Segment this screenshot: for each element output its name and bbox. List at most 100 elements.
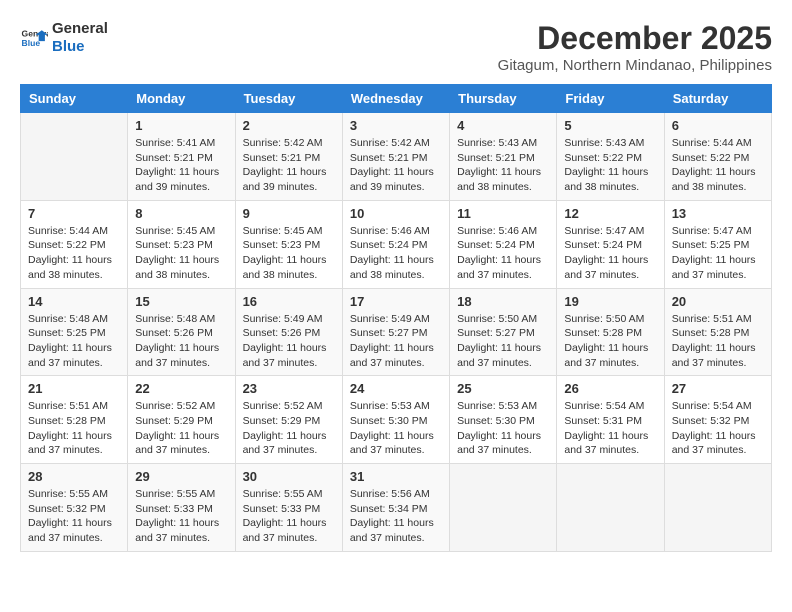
header-thursday: Thursday — [450, 85, 557, 113]
day-number: 23 — [243, 381, 335, 396]
calendar-cell: 18 Sunrise: 5:50 AM Sunset: 5:27 PM Dayli… — [450, 288, 557, 376]
day-info: Sunrise: 5:44 AM Sunset: 5:22 PM Dayligh… — [28, 224, 120, 283]
day-info: Sunrise: 5:45 AM Sunset: 5:23 PM Dayligh… — [135, 224, 227, 283]
day-number: 17 — [350, 294, 442, 309]
day-info: Sunrise: 5:47 AM Sunset: 5:25 PM Dayligh… — [672, 224, 764, 283]
logo-line2: Blue — [52, 38, 108, 56]
calendar-cell: 24Sunrise: 5:53 AM Sunset: 5:30 PM Dayli… — [342, 376, 449, 464]
day-info: Sunrise: 5:43 AM Sunset: 5:22 PM Dayligh… — [564, 136, 656, 195]
calendar-cell: 12 Sunrise: 5:47 AM Sunset: 5:24 PM Dayli… — [557, 200, 664, 288]
day-number: 9 — [243, 206, 335, 221]
day-info: Sunrise: 5:44 AM Sunset: 5:22 PM Dayligh… — [672, 136, 764, 195]
day-number: 25 — [457, 381, 549, 396]
calendar-cell: 9 Sunrise: 5:45 AM Sunset: 5:23 PM Daylig… — [235, 200, 342, 288]
day-number: 28 — [28, 469, 120, 484]
svg-text:Blue: Blue — [22, 38, 41, 48]
day-number: 31 — [350, 469, 442, 484]
day-number: 18 — [457, 294, 549, 309]
calendar-cell: 27 Sunrise: 5:54 AM Sunset: 5:32 PM Dayli… — [664, 376, 771, 464]
calendar-cell: 3Sunrise: 5:42 AM Sunset: 5:21 PM Daylig… — [342, 113, 449, 201]
day-number: 10 — [350, 206, 442, 221]
day-info: Sunrise: 5:53 AM Sunset: 5:30 PM Dayligh… — [457, 399, 549, 458]
calendar-cell: 16 Sunrise: 5:49 AM Sunset: 5:26 PM Dayli… — [235, 288, 342, 376]
calendar-cell: 13 Sunrise: 5:47 AM Sunset: 5:25 PM Dayli… — [664, 200, 771, 288]
day-info: Sunrise: 5:53 AM Sunset: 5:30 PM Dayligh… — [350, 399, 442, 458]
day-number: 8 — [135, 206, 227, 221]
calendar-cell: 22Sunrise: 5:52 AM Sunset: 5:29 PM Dayli… — [128, 376, 235, 464]
day-info: Sunrise: 5:49 AM Sunset: 5:26 PM Dayligh… — [243, 312, 335, 371]
calendar-cell: 4Sunrise: 5:43 AM Sunset: 5:21 PM Daylig… — [450, 113, 557, 201]
month-year-title: December 2025 — [498, 20, 772, 57]
day-info: Sunrise: 5:54 AM Sunset: 5:32 PM Dayligh… — [672, 399, 764, 458]
calendar-week-4: 21 Sunrise: 5:51 AM Sunset: 5:28 PM Dayli… — [21, 376, 772, 464]
header-saturday: Saturday — [664, 85, 771, 113]
calendar-week-3: 14 Sunrise: 5:48 AM Sunset: 5:25 PM Dayli… — [21, 288, 772, 376]
day-info: Sunrise: 5:56 AM Sunset: 5:34 PM Dayligh… — [350, 487, 442, 546]
calendar-cell: 10 Sunrise: 5:46 AM Sunset: 5:24 PM Dayli… — [342, 200, 449, 288]
day-info: Sunrise: 5:49 AM Sunset: 5:27 PM Dayligh… — [350, 312, 442, 371]
day-info: Sunrise: 5:41 AM Sunset: 5:21 PM Dayligh… — [135, 136, 227, 195]
calendar-cell: 2 Sunrise: 5:42 AM Sunset: 5:21 PM Daylig… — [235, 113, 342, 201]
day-info: Sunrise: 5:50 AM Sunset: 5:27 PM Dayligh… — [457, 312, 549, 371]
day-info: Sunrise: 5:51 AM Sunset: 5:28 PM Dayligh… — [28, 399, 120, 458]
calendar-cell: 26 Sunrise: 5:54 AM Sunset: 5:31 PM Dayli… — [557, 376, 664, 464]
header-wednesday: Wednesday — [342, 85, 449, 113]
day-info: Sunrise: 5:55 AM Sunset: 5:33 PM Dayligh… — [135, 487, 227, 546]
day-info: Sunrise: 5:55 AM Sunset: 5:32 PM Dayligh… — [28, 487, 120, 546]
calendar-cell — [664, 464, 771, 552]
calendar-cell: 31 Sunrise: 5:56 AM Sunset: 5:34 PM Dayli… — [342, 464, 449, 552]
day-info: Sunrise: 5:54 AM Sunset: 5:31 PM Dayligh… — [564, 399, 656, 458]
calendar-cell — [557, 464, 664, 552]
day-info: Sunrise: 5:55 AM Sunset: 5:33 PM Dayligh… — [243, 487, 335, 546]
calendar-cell — [21, 113, 128, 201]
day-number: 21 — [28, 381, 120, 396]
calendar-cell: 23 Sunrise: 5:52 AM Sunset: 5:29 PM Dayli… — [235, 376, 342, 464]
day-number: 6 — [672, 118, 764, 133]
location-subtitle: Gitagum, Northern Mindanao, Philippines — [498, 57, 772, 74]
calendar-cell: 1Sunrise: 5:41 AM Sunset: 5:21 PM Daylig… — [128, 113, 235, 201]
calendar-week-5: 28 Sunrise: 5:55 AM Sunset: 5:32 PM Dayli… — [21, 464, 772, 552]
calendar-cell: 29 Sunrise: 5:55 AM Sunset: 5:33 PM Dayli… — [128, 464, 235, 552]
day-info: Sunrise: 5:46 AM Sunset: 5:24 PM Dayligh… — [457, 224, 549, 283]
calendar-cell — [450, 464, 557, 552]
day-info: Sunrise: 5:48 AM Sunset: 5:25 PM Dayligh… — [28, 312, 120, 371]
day-number: 12 — [564, 206, 656, 221]
day-number: 14 — [28, 294, 120, 309]
calendar-cell: 5 Sunrise: 5:43 AM Sunset: 5:22 PM Daylig… — [557, 113, 664, 201]
calendar-cell: 11Sunrise: 5:46 AM Sunset: 5:24 PM Dayli… — [450, 200, 557, 288]
day-number: 29 — [135, 469, 227, 484]
calendar-cell: 30Sunrise: 5:55 AM Sunset: 5:33 PM Dayli… — [235, 464, 342, 552]
day-info: Sunrise: 5:42 AM Sunset: 5:21 PM Dayligh… — [243, 136, 335, 195]
day-number: 16 — [243, 294, 335, 309]
logo: General Blue General Blue — [20, 20, 108, 56]
logo-line1: General — [52, 20, 108, 38]
header-sunday: Sunday — [21, 85, 128, 113]
logo-icon: General Blue — [20, 24, 48, 52]
calendar-cell: 21 Sunrise: 5:51 AM Sunset: 5:28 PM Dayli… — [21, 376, 128, 464]
day-info: Sunrise: 5:51 AM Sunset: 5:28 PM Dayligh… — [672, 312, 764, 371]
day-info: Sunrise: 5:43 AM Sunset: 5:21 PM Dayligh… — [457, 136, 549, 195]
calendar-week-2: 7 Sunrise: 5:44 AM Sunset: 5:22 PM Daylig… — [21, 200, 772, 288]
day-number: 5 — [564, 118, 656, 133]
day-number: 7 — [28, 206, 120, 221]
calendar-cell: 20 Sunrise: 5:51 AM Sunset: 5:28 PM Dayli… — [664, 288, 771, 376]
day-number: 20 — [672, 294, 764, 309]
header-friday: Friday — [557, 85, 664, 113]
calendar-cell: 14 Sunrise: 5:48 AM Sunset: 5:25 PM Dayli… — [21, 288, 128, 376]
calendar-cell: 15Sunrise: 5:48 AM Sunset: 5:26 PM Dayli… — [128, 288, 235, 376]
day-info: Sunrise: 5:52 AM Sunset: 5:29 PM Dayligh… — [243, 399, 335, 458]
day-info: Sunrise: 5:46 AM Sunset: 5:24 PM Dayligh… — [350, 224, 442, 283]
day-number: 27 — [672, 381, 764, 396]
page-header: General Blue General Blue December 2025 … — [20, 20, 772, 74]
calendar-cell: 28 Sunrise: 5:55 AM Sunset: 5:32 PM Dayli… — [21, 464, 128, 552]
day-number: 2 — [243, 118, 335, 133]
calendar-cell: 7 Sunrise: 5:44 AM Sunset: 5:22 PM Daylig… — [21, 200, 128, 288]
day-number: 13 — [672, 206, 764, 221]
day-number: 26 — [564, 381, 656, 396]
header-monday: Monday — [128, 85, 235, 113]
calendar-cell: 6 Sunrise: 5:44 AM Sunset: 5:22 PM Daylig… — [664, 113, 771, 201]
calendar-header-row: Sunday Monday Tuesday Wednesday Thursday… — [21, 85, 772, 113]
day-info: Sunrise: 5:45 AM Sunset: 5:23 PM Dayligh… — [243, 224, 335, 283]
calendar-cell: 25 Sunrise: 5:53 AM Sunset: 5:30 PM Dayli… — [450, 376, 557, 464]
day-info: Sunrise: 5:47 AM Sunset: 5:24 PM Dayligh… — [564, 224, 656, 283]
